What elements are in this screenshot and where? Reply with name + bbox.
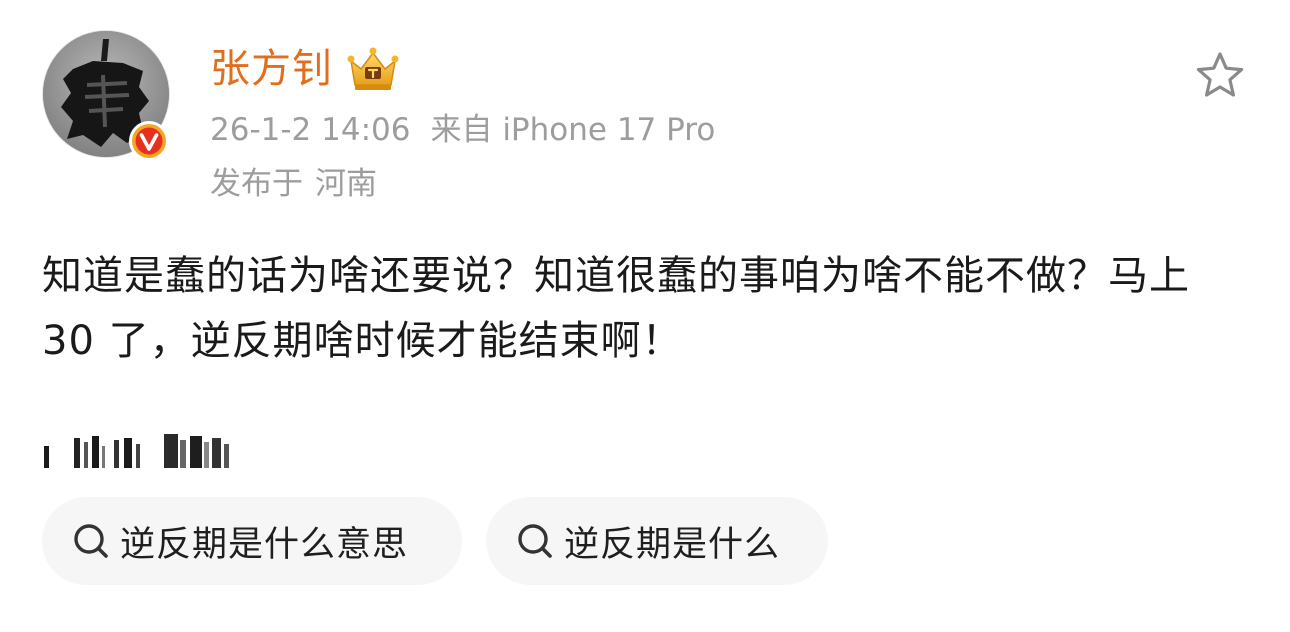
star-icon[interactable] [1194,50,1246,100]
author-name-row: 张方钊 [210,42,401,96]
search-icon [518,524,552,558]
weibo-post-card: 张方钊 26-1-2 14:06 来自 iPhone 17 Pro 发布于 河南 知… [0,0,1290,632]
author-avatar-wrapper[interactable] [42,30,170,161]
post-meta: 26-1-2 14:06 来自 iPhone 17 Pro [210,108,715,152]
search-suggestion-label: 逆反期是什么意思 [120,524,409,565]
post-source: 来自 iPhone 17 Pro [430,112,716,148]
location-name: 河南 [315,166,377,202]
author-name[interactable]: 张方钊 [210,42,333,96]
search-icon [74,524,108,558]
crown-icon[interactable] [345,45,401,93]
location-prefix: 发布于 [210,166,303,202]
post-body-text: 知道是蠢的话为啥还要说？知道很蠢的事咱为啥不能不做？马上 30 了，逆反期啥时候… [42,253,1190,364]
search-suggestion-chip[interactable]: 逆反期是什么 [486,497,828,585]
search-suggestion-label: 逆反期是什么 [564,524,781,565]
blurred-content-image [44,434,229,468]
search-suggestion-chip[interactable]: 逆反期是什么意思 [42,497,462,585]
post-datetime: 26-1-2 14:06 [210,112,411,148]
verified-v-icon [129,121,169,161]
post-location: 发布于 河南 [210,162,377,206]
